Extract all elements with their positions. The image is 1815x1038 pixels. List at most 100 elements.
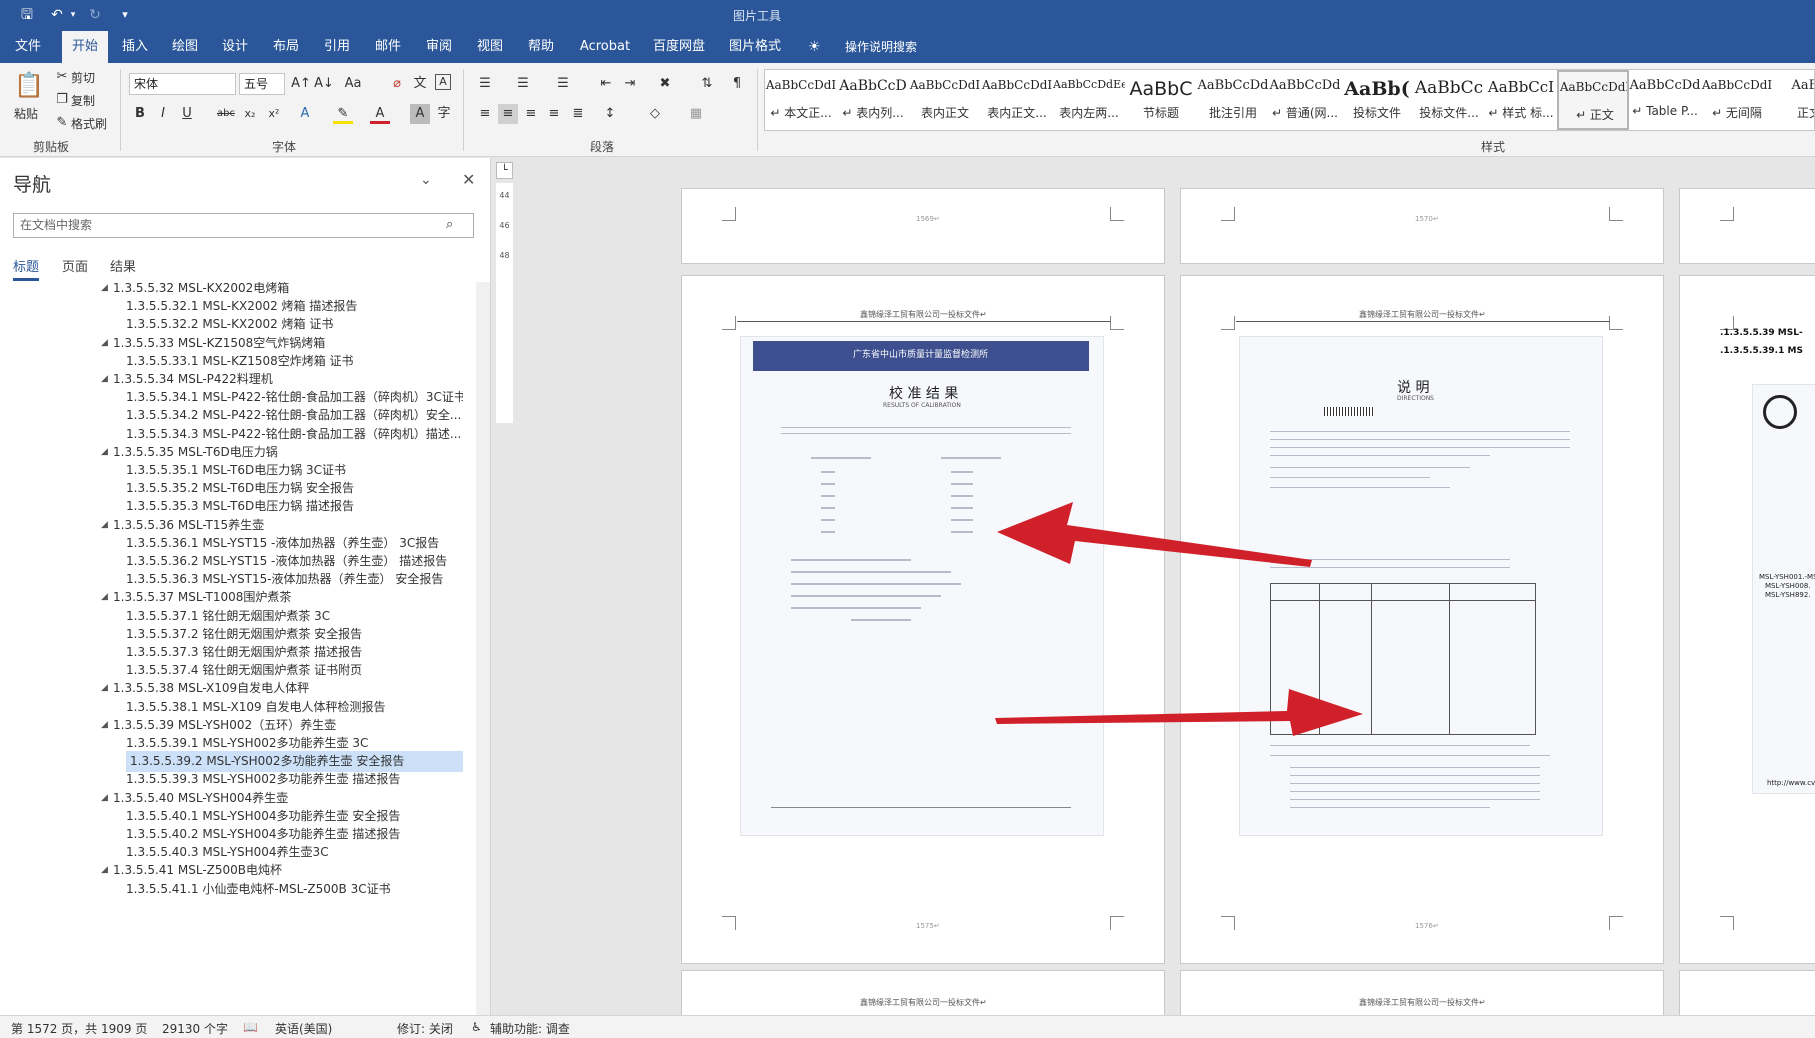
collapse-triangle-icon[interactable]: ◢ — [101, 587, 108, 608]
collapse-triangle-icon[interactable]: ◢ — [101, 715, 108, 736]
decrease-indent-icon[interactable]: ⇤ — [596, 74, 616, 94]
highlight-icon[interactable]: ✎ — [333, 104, 353, 124]
font-size-combo[interactable]: 五号 — [239, 73, 285, 95]
tab-acrobat[interactable]: Acrobat — [573, 31, 637, 63]
align-left-icon[interactable]: ≡ — [475, 104, 495, 124]
nav-tab-headings[interactable]: 标题 — [13, 256, 39, 275]
phonetic-guide-icon[interactable]: 文 — [410, 74, 430, 94]
tab-design[interactable]: 设计 — [213, 31, 257, 63]
collapse-triangle-icon[interactable]: ◢ — [101, 282, 108, 299]
word-count[interactable]: 29130 个字 — [162, 1020, 228, 1037]
nav-tab-results[interactable]: 结果 — [110, 256, 136, 275]
char-border-icon[interactable]: A — [435, 74, 451, 90]
strikethrough-icon[interactable]: abc — [216, 104, 236, 124]
tab-baidu-netdisk[interactable]: 百度网盘 — [647, 31, 711, 63]
tab-view[interactable]: 视图 — [468, 31, 512, 63]
bold-icon[interactable]: B — [130, 104, 150, 124]
style-item[interactable]: AaBbC 节标题 — [1125, 70, 1197, 130]
style-item[interactable]: AaBbCcDdI ↵ 正文 — [1557, 70, 1629, 130]
line-spacing-icon[interactable]: ↕ — [600, 104, 620, 124]
paste-button[interactable]: 粘贴 — [14, 105, 38, 122]
tab-selector[interactable]: └ — [496, 162, 513, 179]
sort-icon[interactable]: ⇅ — [697, 74, 717, 94]
grow-font-icon[interactable]: A↑ — [291, 74, 311, 94]
tab-review[interactable]: 审阅 — [417, 31, 461, 63]
font-name-combo[interactable]: 宋体 — [129, 73, 236, 95]
shrink-font-icon[interactable]: A↓ — [314, 74, 334, 94]
align-right-icon[interactable]: ≡ — [521, 104, 541, 124]
collapse-triangle-icon[interactable]: ◢ — [101, 442, 108, 463]
style-item[interactable]: AaBbCcD ↵ 表内列... — [837, 70, 909, 130]
collapse-triangle-icon[interactable]: ◢ — [101, 515, 108, 536]
distributed-icon[interactable]: ≣ — [568, 104, 588, 124]
multilevel-list-icon[interactable]: ☰ — [553, 74, 573, 94]
style-item[interactable]: AaBb(投标文件 — [1341, 70, 1413, 130]
tab-insert[interactable]: 插入 — [113, 31, 157, 63]
clear-format-icon[interactable]: ⌀ — [387, 74, 407, 94]
char-shading-icon[interactable]: A — [410, 104, 430, 124]
save-icon[interactable]: 🖫 — [18, 6, 36, 24]
page-count[interactable]: 第 1572 页，共 1909 页 — [11, 1020, 147, 1037]
customize-qat-icon[interactable]: ▾ — [116, 6, 134, 24]
style-item[interactable]: AaBbCcDdI 表内正文... — [981, 70, 1053, 130]
borders-icon[interactable]: ▦ — [686, 104, 706, 124]
proofing-icon[interactable]: 📖 — [243, 1020, 258, 1034]
nav-heading-item[interactable]: 1.3.5.5.41.1 小仙壶电炖杯-MSL-Z500B 3C证书 — [126, 879, 463, 900]
change-case-icon[interactable]: Aa — [343, 74, 363, 94]
subscript-icon[interactable]: x₂ — [240, 104, 260, 124]
collapse-triangle-icon[interactable]: ◢ — [101, 369, 108, 390]
underline-icon[interactable]: U — [177, 104, 197, 124]
style-item[interactable]: AaBbCcDd ↵ Table P... — [1629, 70, 1701, 130]
redo-icon[interactable]: ↻ — [86, 6, 104, 24]
bullets-icon[interactable]: ☰ — [475, 74, 495, 94]
justify-icon[interactable]: ≡ — [544, 104, 564, 124]
nav-tab-pages[interactable]: 页面 — [62, 256, 88, 275]
undo-dropdown-icon[interactable]: ▾ — [64, 6, 82, 24]
language[interactable]: 英语(美国) — [275, 1020, 332, 1037]
collapse-triangle-icon[interactable]: ◢ — [101, 333, 108, 354]
tab-home[interactable]: 开始 — [62, 31, 108, 63]
style-item[interactable]: AaBbCcDd ↵ 普通(网... — [1269, 70, 1341, 130]
format-painter-button[interactable]: 格式刷 — [71, 115, 107, 132]
superscript-icon[interactable]: x² — [264, 104, 284, 124]
document-canvas[interactable]: 1569↵ 1570↵ 鑫锦缘泽工贸有限公司一投标文件↵ 广东省中山市质量计量监… — [517, 158, 1815, 1015]
paste-icon[interactable]: 📋 — [14, 69, 44, 101]
shading-icon[interactable]: ◇ — [645, 104, 665, 124]
align-center-icon[interactable]: ≡ — [498, 104, 518, 124]
style-item[interactable]: AaBbCcDd 批注引用 — [1197, 70, 1269, 130]
nav-scrollbar[interactable] — [476, 282, 490, 1015]
tell-me-search[interactable]: 操作说明搜索 — [826, 31, 936, 63]
nav-search-input[interactable]: 在文档中搜索 — [13, 213, 474, 238]
collapse-triangle-icon[interactable]: ◢ — [101, 860, 108, 881]
tab-layout[interactable]: 布局 — [264, 31, 308, 63]
track-changes-status[interactable]: 修订: 关闭 — [397, 1020, 453, 1037]
chinese-layout-icon[interactable]: ✖ — [655, 74, 675, 94]
tab-help[interactable]: 帮助 — [519, 31, 563, 63]
tab-mailings[interactable]: 邮件 — [366, 31, 410, 63]
style-item[interactable]: AaBbCcDdI ↵ 本文正... — [765, 70, 837, 130]
numbering-icon[interactable]: ☰ — [513, 74, 533, 94]
tab-picture-format[interactable]: 图片格式 — [722, 31, 788, 63]
style-item[interactable]: AaBbCcDdEe 表内左两... — [1053, 70, 1125, 130]
tab-draw[interactable]: 绘图 — [163, 31, 207, 63]
italic-icon[interactable]: I — [153, 104, 173, 124]
copy-button[interactable]: 复制 — [71, 92, 95, 109]
style-item[interactable]: AaBbCcDdI ↵ 无间隔 — [1701, 70, 1773, 130]
search-icon[interactable]: ⌕ — [446, 217, 453, 232]
accessibility-status[interactable]: 辅助功能: 调查 — [490, 1020, 570, 1037]
style-item[interactable]: AaBbCcDdI 表内正文 — [909, 70, 981, 130]
style-item[interactable]: AaBb 正文 — [1773, 70, 1814, 130]
show-marks-icon[interactable]: ¶ — [727, 74, 747, 94]
tab-references[interactable]: 引用 — [315, 31, 359, 63]
style-item[interactable]: AaBbCc 投标文件... — [1413, 70, 1485, 130]
tab-file[interactable]: 文件 — [9, 31, 47, 63]
enclose-char-icon[interactable]: 字 — [434, 104, 454, 124]
text-effects-icon[interactable]: A — [295, 104, 315, 124]
font-color-icon[interactable]: A — [370, 104, 390, 124]
chevron-down-icon[interactable]: ⌄ — [420, 172, 432, 188]
cut-button[interactable]: 剪切 — [71, 69, 95, 86]
style-item[interactable]: AaBbCcI ↵ 样式 标... — [1485, 70, 1557, 130]
collapse-triangle-icon[interactable]: ◢ — [101, 678, 108, 699]
increase-indent-icon[interactable]: ⇥ — [620, 74, 640, 94]
close-icon[interactable]: ✕ — [462, 170, 475, 189]
